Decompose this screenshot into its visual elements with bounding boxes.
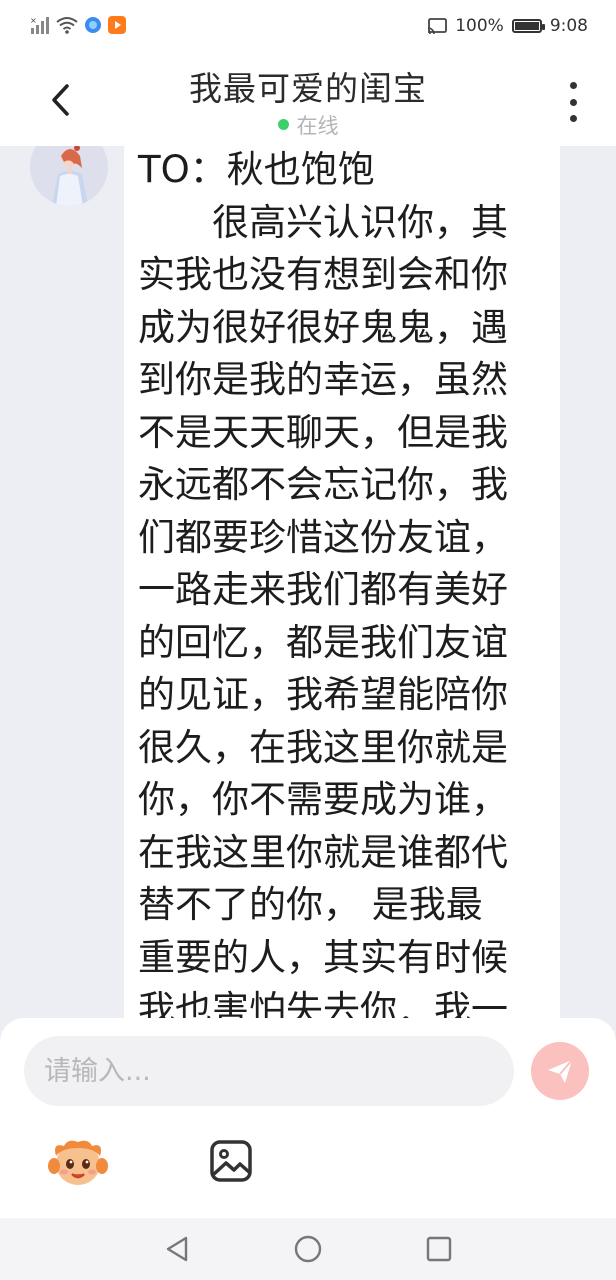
send-icon [548, 1059, 573, 1083]
online-dot-icon [277, 119, 289, 130]
more-dot-icon [569, 115, 577, 122]
battery-icon [511, 19, 545, 33]
nav-recents-button[interactable] [424, 1234, 454, 1264]
emoji-button[interactable] [48, 1134, 108, 1190]
message-line: 的回忆，都是我们友谊 [138, 620, 508, 664]
battery-percent: 100% [455, 16, 504, 36]
message-line: 到你是我的幸运，虽然 [138, 358, 508, 401]
message-line: 替不了的你， 是我最 [138, 883, 483, 926]
message-line: 我也害怕失去你．我一 [138, 988, 508, 1020]
online-status: 在线 [0, 110, 616, 140]
clock: 9:08 [549, 16, 588, 36]
svg-text:×: × [30, 16, 37, 25]
chat-area[interactable]: TO：秋也饱饱 很高兴认识你，其 实我也没有想到会和你 成为很好很好鬼鬼，遇 到… [0, 146, 616, 1020]
status-right: 100% 9:08 [427, 16, 588, 36]
chat-title: 我最可爱的闺宝 [189, 69, 427, 108]
online-status-text: 在线 [296, 114, 339, 138]
image-icon [210, 1140, 252, 1182]
browser-app-icon [85, 17, 101, 33]
more-dot-icon [569, 82, 577, 89]
circle-home-icon [294, 1235, 322, 1263]
chat-header: 我最可爱的闺宝 在线 [0, 56, 616, 146]
nav-back-button[interactable] [162, 1234, 192, 1264]
nav-home-button[interactable] [293, 1234, 323, 1264]
wifi-icon [56, 17, 78, 34]
avatar[interactable] [30, 146, 108, 206]
message-composer [0, 1018, 616, 1218]
emoji-icon [48, 1140, 108, 1185]
message-line: 你，你不需要成为谁， [138, 778, 508, 821]
message-line: 成为很好很好鬼鬼，遇 [138, 305, 508, 349]
message-line: 很高兴认识你，其 [138, 200, 508, 244]
signal-icon: × [30, 16, 49, 34]
message-line: 永远都不会忘记你，我 [138, 463, 508, 506]
message-line: 不是天天聊天，但是我 [138, 410, 508, 454]
cast-icon [428, 18, 448, 34]
message-line: 重要的人，其实有时候 [138, 935, 508, 979]
square-recents-icon [426, 1236, 452, 1262]
status-left: × [30, 16, 126, 34]
message-input[interactable] [24, 1036, 514, 1106]
triangle-back-icon [166, 1236, 188, 1262]
system-nav-bar [0, 1218, 616, 1280]
video-app-icon [108, 16, 126, 34]
message-line: TO：秋也饱饱 [138, 148, 375, 191]
message-line: 在我这里你就是谁都代 [138, 830, 508, 874]
image-button[interactable] [208, 1138, 254, 1184]
message-line: 们都要珍惜这份友谊， [138, 515, 508, 559]
message-line: 实我也没有想到会和你 [138, 253, 508, 296]
message-line: 的见证，我希望能陪你 [138, 673, 508, 716]
message-line: 很久，在我这里你就是 [138, 725, 508, 769]
avatar-image [30, 146, 108, 206]
message-bubble[interactable]: TO：秋也饱饱 很高兴认识你，其 实我也没有想到会和你 成为很好很好鬼鬼，遇 到… [124, 146, 560, 1020]
more-options-button[interactable] [560, 82, 586, 122]
message-line: 一路走来我们都有美好 [138, 568, 508, 611]
send-button[interactable] [531, 1042, 589, 1100]
status-bar: × 100% 9:08 [0, 0, 616, 56]
more-dot-icon [569, 98, 577, 106]
